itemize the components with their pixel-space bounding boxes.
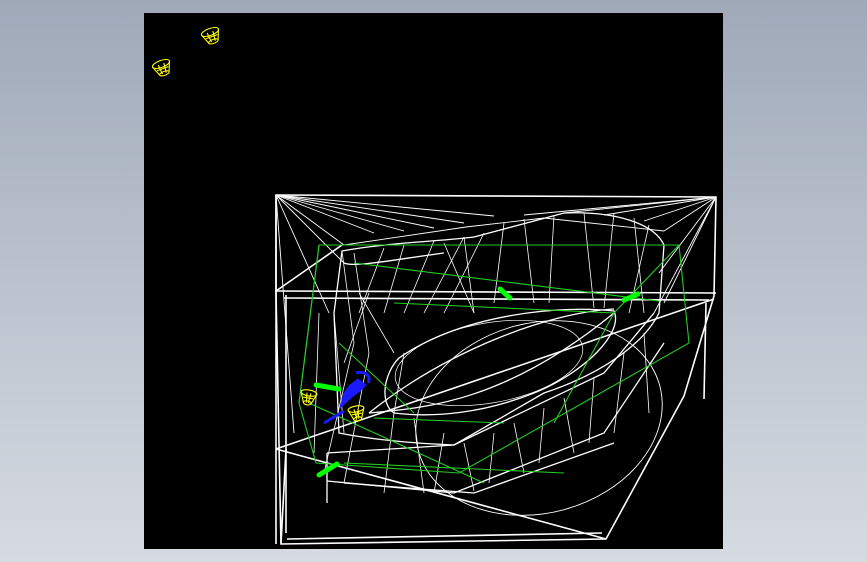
drag-arrows: [313, 286, 641, 478]
drag-arrow: [497, 286, 513, 301]
light-icon: [300, 389, 318, 406]
light-icons: [151, 26, 365, 422]
outer-box-wireframe: [275, 194, 717, 545]
drag-arrow: [316, 461, 340, 478]
drag-arrow: [313, 382, 342, 392]
light-icon: [151, 58, 171, 77]
light-icon: [200, 26, 220, 45]
wireframe-model: [151, 26, 717, 545]
cad-viewport[interactable]: [144, 13, 723, 549]
green-guide-lines: [298, 244, 690, 484]
